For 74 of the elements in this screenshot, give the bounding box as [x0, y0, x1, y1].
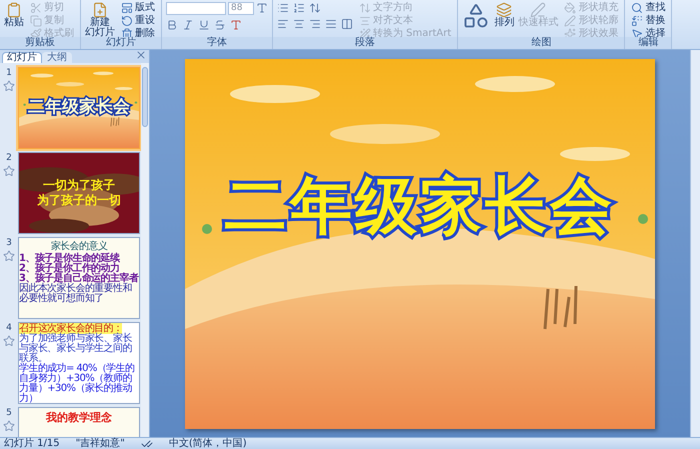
slide-thumbnail[interactable]: 家长会的意义 1、孩子是你生命的延续 2、孩子是你工作的动力 3、孩子是自己命运的主宰者 因此本次家长会的重要性和必要性就可想而知了 — [18, 237, 140, 319]
align-text-icon — [359, 15, 371, 27]
animation-icon — [3, 80, 15, 92]
fill-icon — [564, 2, 576, 14]
font-name-field[interactable] — [166, 2, 226, 15]
font-size-field[interactable]: 88 — [228, 2, 254, 15]
copy-icon — [30, 15, 42, 27]
italic-icon — [182, 19, 194, 31]
clipboard-icon — [6, 2, 22, 18]
slide-number: 1 — [6, 69, 12, 78]
slide-number: 5 — [6, 409, 12, 418]
align-right-icon — [309, 18, 321, 30]
spelling-check-icon — [140, 438, 153, 449]
slide-text: 1、孩子是你生命的延续 — [19, 254, 121, 264]
ribbon-button[interactable]: 版式 — [119, 2, 157, 14]
underline-icon — [198, 19, 210, 31]
align-left-icon — [277, 18, 289, 30]
slide-title: 家长会的意义 — [50, 242, 108, 252]
columns-icon — [341, 18, 353, 30]
font-color-icon — [230, 19, 242, 31]
ribbon-button[interactable]: 重设 — [119, 15, 157, 27]
animation-icon — [3, 165, 15, 177]
strikethrough-icon — [214, 19, 226, 31]
grow-font-icon — [256, 2, 268, 14]
slide-title: 二年级家长会 — [224, 168, 616, 244]
scrollbar[interactable] — [690, 50, 700, 437]
numbering-icon — [293, 2, 305, 14]
align-center-icon — [293, 18, 305, 30]
slide-number: 4 — [6, 324, 12, 333]
slide-text: 因此本次家长会的重要性和必要性就可想而知了 — [19, 284, 133, 304]
animation-icon — [3, 420, 15, 432]
arrange-icon — [496, 2, 512, 18]
group-label: 幻灯片 — [81, 37, 161, 49]
animation-icon — [3, 335, 15, 347]
slide-text: 为了加强老师与家长、家长与家长、家长与学生之间的联系。 — [19, 334, 132, 364]
new-slide-icon — [92, 2, 108, 18]
bold-icon — [166, 19, 178, 31]
group-label: 编辑 — [625, 37, 672, 49]
shapes-gallery-icon — [462, 2, 490, 30]
search-icon — [631, 2, 644, 14]
arrange-button[interactable]: 排列 — [494, 2, 514, 28]
panel-tab[interactable]: 大纲 — [42, 52, 72, 63]
close-icon — [135, 49, 147, 61]
scrollbar[interactable] — [141, 63, 149, 437]
slide-thumbnail[interactable]: 我的教学理念 — [18, 407, 140, 437]
justify-icon — [325, 18, 337, 30]
animation-icon — [3, 250, 15, 262]
line-spacing-icon — [309, 2, 321, 14]
group-label: 剪贴板 — [0, 37, 80, 49]
scissors-icon — [30, 2, 42, 14]
ribbon-button[interactable]: 替换 — [629, 15, 668, 27]
pen-icon — [530, 2, 546, 18]
slide-count: 幻灯片 1/15 — [4, 438, 60, 448]
paste-button[interactable]: 粘贴 — [4, 2, 24, 28]
group-label: 绘图 — [458, 37, 624, 49]
slide-text: 2、孩子是你工作的动力 — [19, 264, 120, 274]
text-direction-icon — [359, 2, 371, 14]
slide-number: 2 — [6, 154, 12, 163]
slide-text: 3、孩子是自己命运的主宰者 — [19, 274, 139, 284]
language-label: 中文(简体，中国) — [168, 438, 247, 448]
group-label: 字体 — [162, 37, 272, 49]
panel-tab[interactable]: 幻灯片 — [2, 52, 42, 63]
slide-title: 我的教学理念 — [46, 410, 112, 426]
ribbon-button[interactable]: 查找 — [629, 2, 668, 14]
layout-icon — [121, 2, 133, 14]
group-label: 段落 — [273, 37, 458, 49]
reset-icon — [121, 15, 133, 27]
new-slide-button[interactable]: 新建 幻灯片 — [85, 2, 115, 38]
slide-text: 学生的成功= 40%（学生的自身努力）+30%（教师的力量）+30%（家长的推动力） — [19, 364, 136, 403]
slide-text: 一切为了孩子 — [43, 178, 115, 193]
outline-icon — [564, 15, 576, 27]
theme-name: "吉祥如意" — [76, 438, 125, 448]
replace-icon — [631, 15, 644, 27]
slide-number: 3 — [6, 239, 12, 248]
